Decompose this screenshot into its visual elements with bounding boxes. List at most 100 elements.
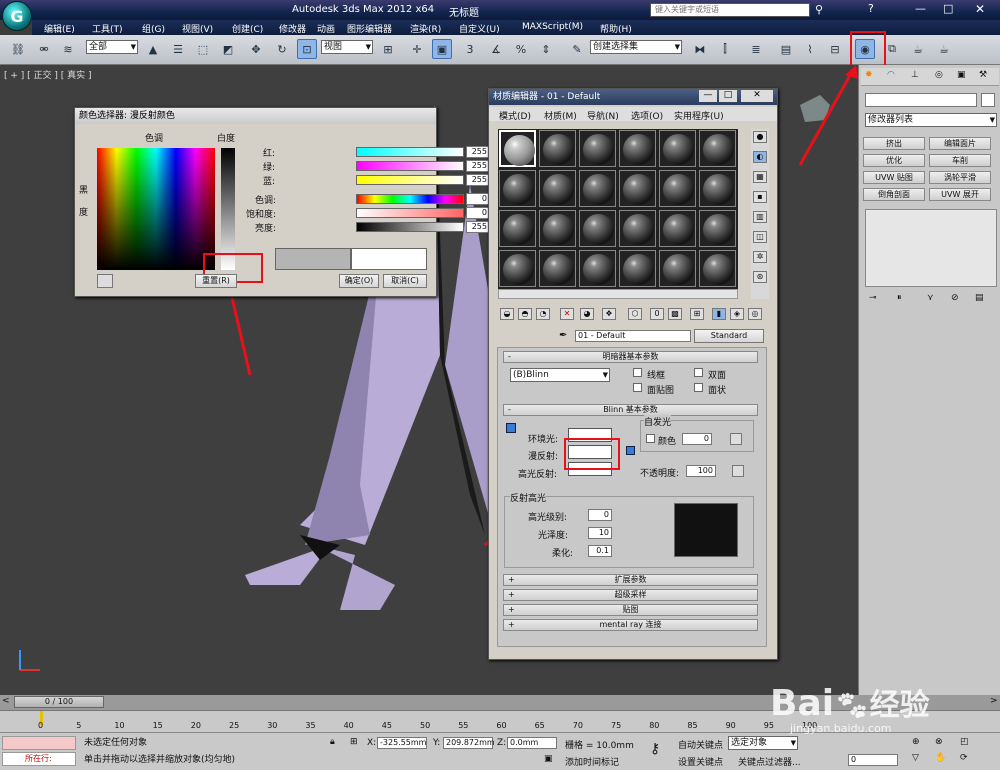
- link-icon[interactable]: ⛓: [8, 39, 28, 59]
- minimize-icon[interactable]: —: [915, 2, 926, 15]
- close-icon[interactable]: ✕: [741, 90, 773, 102]
- sample-slot[interactable]: [579, 250, 616, 287]
- pivot-icon[interactable]: ⊞: [378, 39, 398, 59]
- graphite-icon[interactable]: ▤: [776, 39, 796, 59]
- sample-slot[interactable]: [499, 210, 536, 247]
- select-by-name-icon[interactable]: ☰: [168, 39, 188, 59]
- remove-modifier-icon[interactable]: ⊘: [951, 293, 959, 303]
- material-id-icon[interactable]: 0: [650, 308, 664, 320]
- me-menu-material[interactable]: 材质(M): [544, 109, 577, 122]
- ref-coord-select[interactable]: 视图: [321, 40, 373, 54]
- menu-group[interactable]: 组(G): [142, 22, 165, 35]
- next-frame-icon[interactable]: >: [990, 696, 998, 706]
- sample-slot[interactable]: [499, 170, 536, 207]
- align-icon[interactable]: ⫿: [715, 39, 735, 59]
- make-unique-icon[interactable]: ⋎: [927, 293, 934, 303]
- menu-maxscript[interactable]: MAXScript(M): [522, 22, 583, 32]
- sample-slot[interactable]: [699, 210, 736, 247]
- key-filter-select[interactable]: 选定对象: [728, 736, 798, 750]
- shader-select[interactable]: (B)Blinn: [510, 368, 610, 382]
- select-object-icon[interactable]: ▲: [143, 39, 163, 59]
- me-menu-utilities[interactable]: 实用程序(U): [674, 109, 724, 122]
- window-crossing-icon[interactable]: ◩: [218, 39, 238, 59]
- prev-frame-icon[interactable]: <: [2, 696, 10, 706]
- assign-to-selection-icon[interactable]: ◔: [536, 308, 550, 320]
- modifier-uvw-map-button[interactable]: UVW 贴图: [863, 171, 925, 184]
- modify-tab-icon[interactable]: ◠: [887, 70, 895, 80]
- rotate-icon[interactable]: ↻: [272, 39, 292, 59]
- schematic-view-icon[interactable]: ⊟: [825, 39, 845, 59]
- sample-slot[interactable]: [579, 210, 616, 247]
- sample-slot[interactable]: [659, 210, 696, 247]
- zoom-extents-icon[interactable]: ◰: [960, 737, 969, 747]
- maximize-icon[interactable]: □: [719, 90, 737, 102]
- sample-slot[interactable]: [499, 130, 536, 167]
- sample-slot[interactable]: [659, 170, 696, 207]
- green-value[interactable]: 255: [466, 160, 490, 172]
- maximize-icon[interactable]: □: [943, 2, 953, 15]
- menu-modifiers[interactable]: 修改器: [279, 22, 306, 35]
- make-preview-icon[interactable]: ◫: [753, 231, 767, 243]
- help-icon[interactable]: ?: [868, 2, 874, 15]
- time-slider-thumb[interactable]: 0 / 100: [14, 696, 104, 708]
- binoculars-icon[interactable]: ⚲: [815, 3, 823, 16]
- menu-help[interactable]: 帮助(H): [600, 22, 632, 35]
- blinn-basic-rollout[interactable]: - Blinn 基本参数: [503, 404, 758, 416]
- viewport-label[interactable]: [ + ] [ 正交 ] [ 真实 ]: [4, 68, 92, 81]
- hue-slider[interactable]: [356, 194, 464, 204]
- menu-animation[interactable]: 动画: [317, 22, 335, 35]
- self-illum-map-button[interactable]: [730, 433, 742, 445]
- auto-key-button[interactable]: 自动关键点: [678, 738, 723, 751]
- face-map-checkbox[interactable]: [633, 383, 642, 392]
- unlink-icon[interactable]: ⚮: [34, 39, 54, 59]
- make-unique-icon[interactable]: ❖: [602, 308, 616, 320]
- diffuse-map-icon[interactable]: [626, 446, 635, 455]
- fov-icon[interactable]: ▽: [912, 753, 919, 763]
- key-filters-button[interactable]: 关键点过滤器...: [738, 755, 801, 768]
- absolute-mode-icon[interactable]: ⊞: [350, 737, 358, 747]
- eyedropper-icon[interactable]: ✒: [559, 330, 567, 341]
- move-icon[interactable]: ✥: [246, 39, 266, 59]
- add-time-tag[interactable]: 添加时间标记: [565, 755, 619, 768]
- object-name-field[interactable]: [865, 93, 977, 107]
- display-tab-icon[interactable]: ▣: [957, 70, 966, 80]
- minimize-icon[interactable]: —: [699, 90, 717, 102]
- menu-customize[interactable]: 自定义(U): [459, 22, 500, 35]
- sample-slot[interactable]: [579, 170, 616, 207]
- modifier-unwrap-uvw-button[interactable]: UVW 展开: [929, 188, 991, 201]
- create-tab-icon[interactable]: ✸: [865, 70, 873, 80]
- sample-slot[interactable]: [539, 130, 576, 167]
- me-menu-mode[interactable]: 模式(D): [499, 109, 531, 122]
- material-type-button[interactable]: Standard: [694, 329, 764, 343]
- menu-edit[interactable]: 编辑(E): [44, 22, 75, 35]
- extended-params-rollout[interactable]: + 扩展参数: [503, 574, 758, 586]
- time-tag-icon[interactable]: ▣: [544, 754, 553, 764]
- y-coord-field[interactable]: 209.872mm: [443, 737, 495, 749]
- maxscript-line[interactable]: 所在行:: [2, 752, 76, 766]
- render-production-icon[interactable]: ☕: [934, 39, 954, 59]
- layer-manager-icon[interactable]: ≣: [746, 39, 766, 59]
- spinner-snap-toggle[interactable]: ⇕: [536, 39, 556, 59]
- angle-snap-toggle[interactable]: ∡: [486, 39, 506, 59]
- blue-slider[interactable]: [356, 175, 464, 185]
- modifier-list-select[interactable]: 修改器列表: [865, 113, 997, 127]
- current-frame-field[interactable]: 0: [848, 754, 898, 766]
- eyedropper-icon[interactable]: [97, 274, 113, 288]
- scale-icon[interactable]: ⊡: [297, 39, 317, 59]
- material-name-field[interactable]: 01 - Default: [575, 330, 691, 342]
- sample-slot[interactable]: [539, 170, 576, 207]
- sample-type-icon[interactable]: ●: [753, 131, 767, 143]
- cancel-button[interactable]: 取消(C): [383, 274, 427, 288]
- sample-slot[interactable]: [539, 250, 576, 287]
- show-shaded-icon[interactable]: ▩: [668, 308, 682, 320]
- menu-create[interactable]: 创建(C): [232, 22, 263, 35]
- menu-views[interactable]: 视图(V): [182, 22, 213, 35]
- sample-slot[interactable]: [659, 250, 696, 287]
- orbit-icon[interactable]: ⟳: [960, 753, 968, 763]
- select-manipulate-icon[interactable]: ✛: [407, 39, 427, 59]
- two-sided-checkbox[interactable]: [694, 368, 703, 377]
- sample-slot[interactable]: [499, 250, 536, 287]
- x-coord-field[interactable]: -325.55mm: [377, 737, 427, 749]
- soften-value[interactable]: 0.1: [588, 545, 612, 557]
- modifier-lathe-button[interactable]: 车削: [929, 154, 991, 167]
